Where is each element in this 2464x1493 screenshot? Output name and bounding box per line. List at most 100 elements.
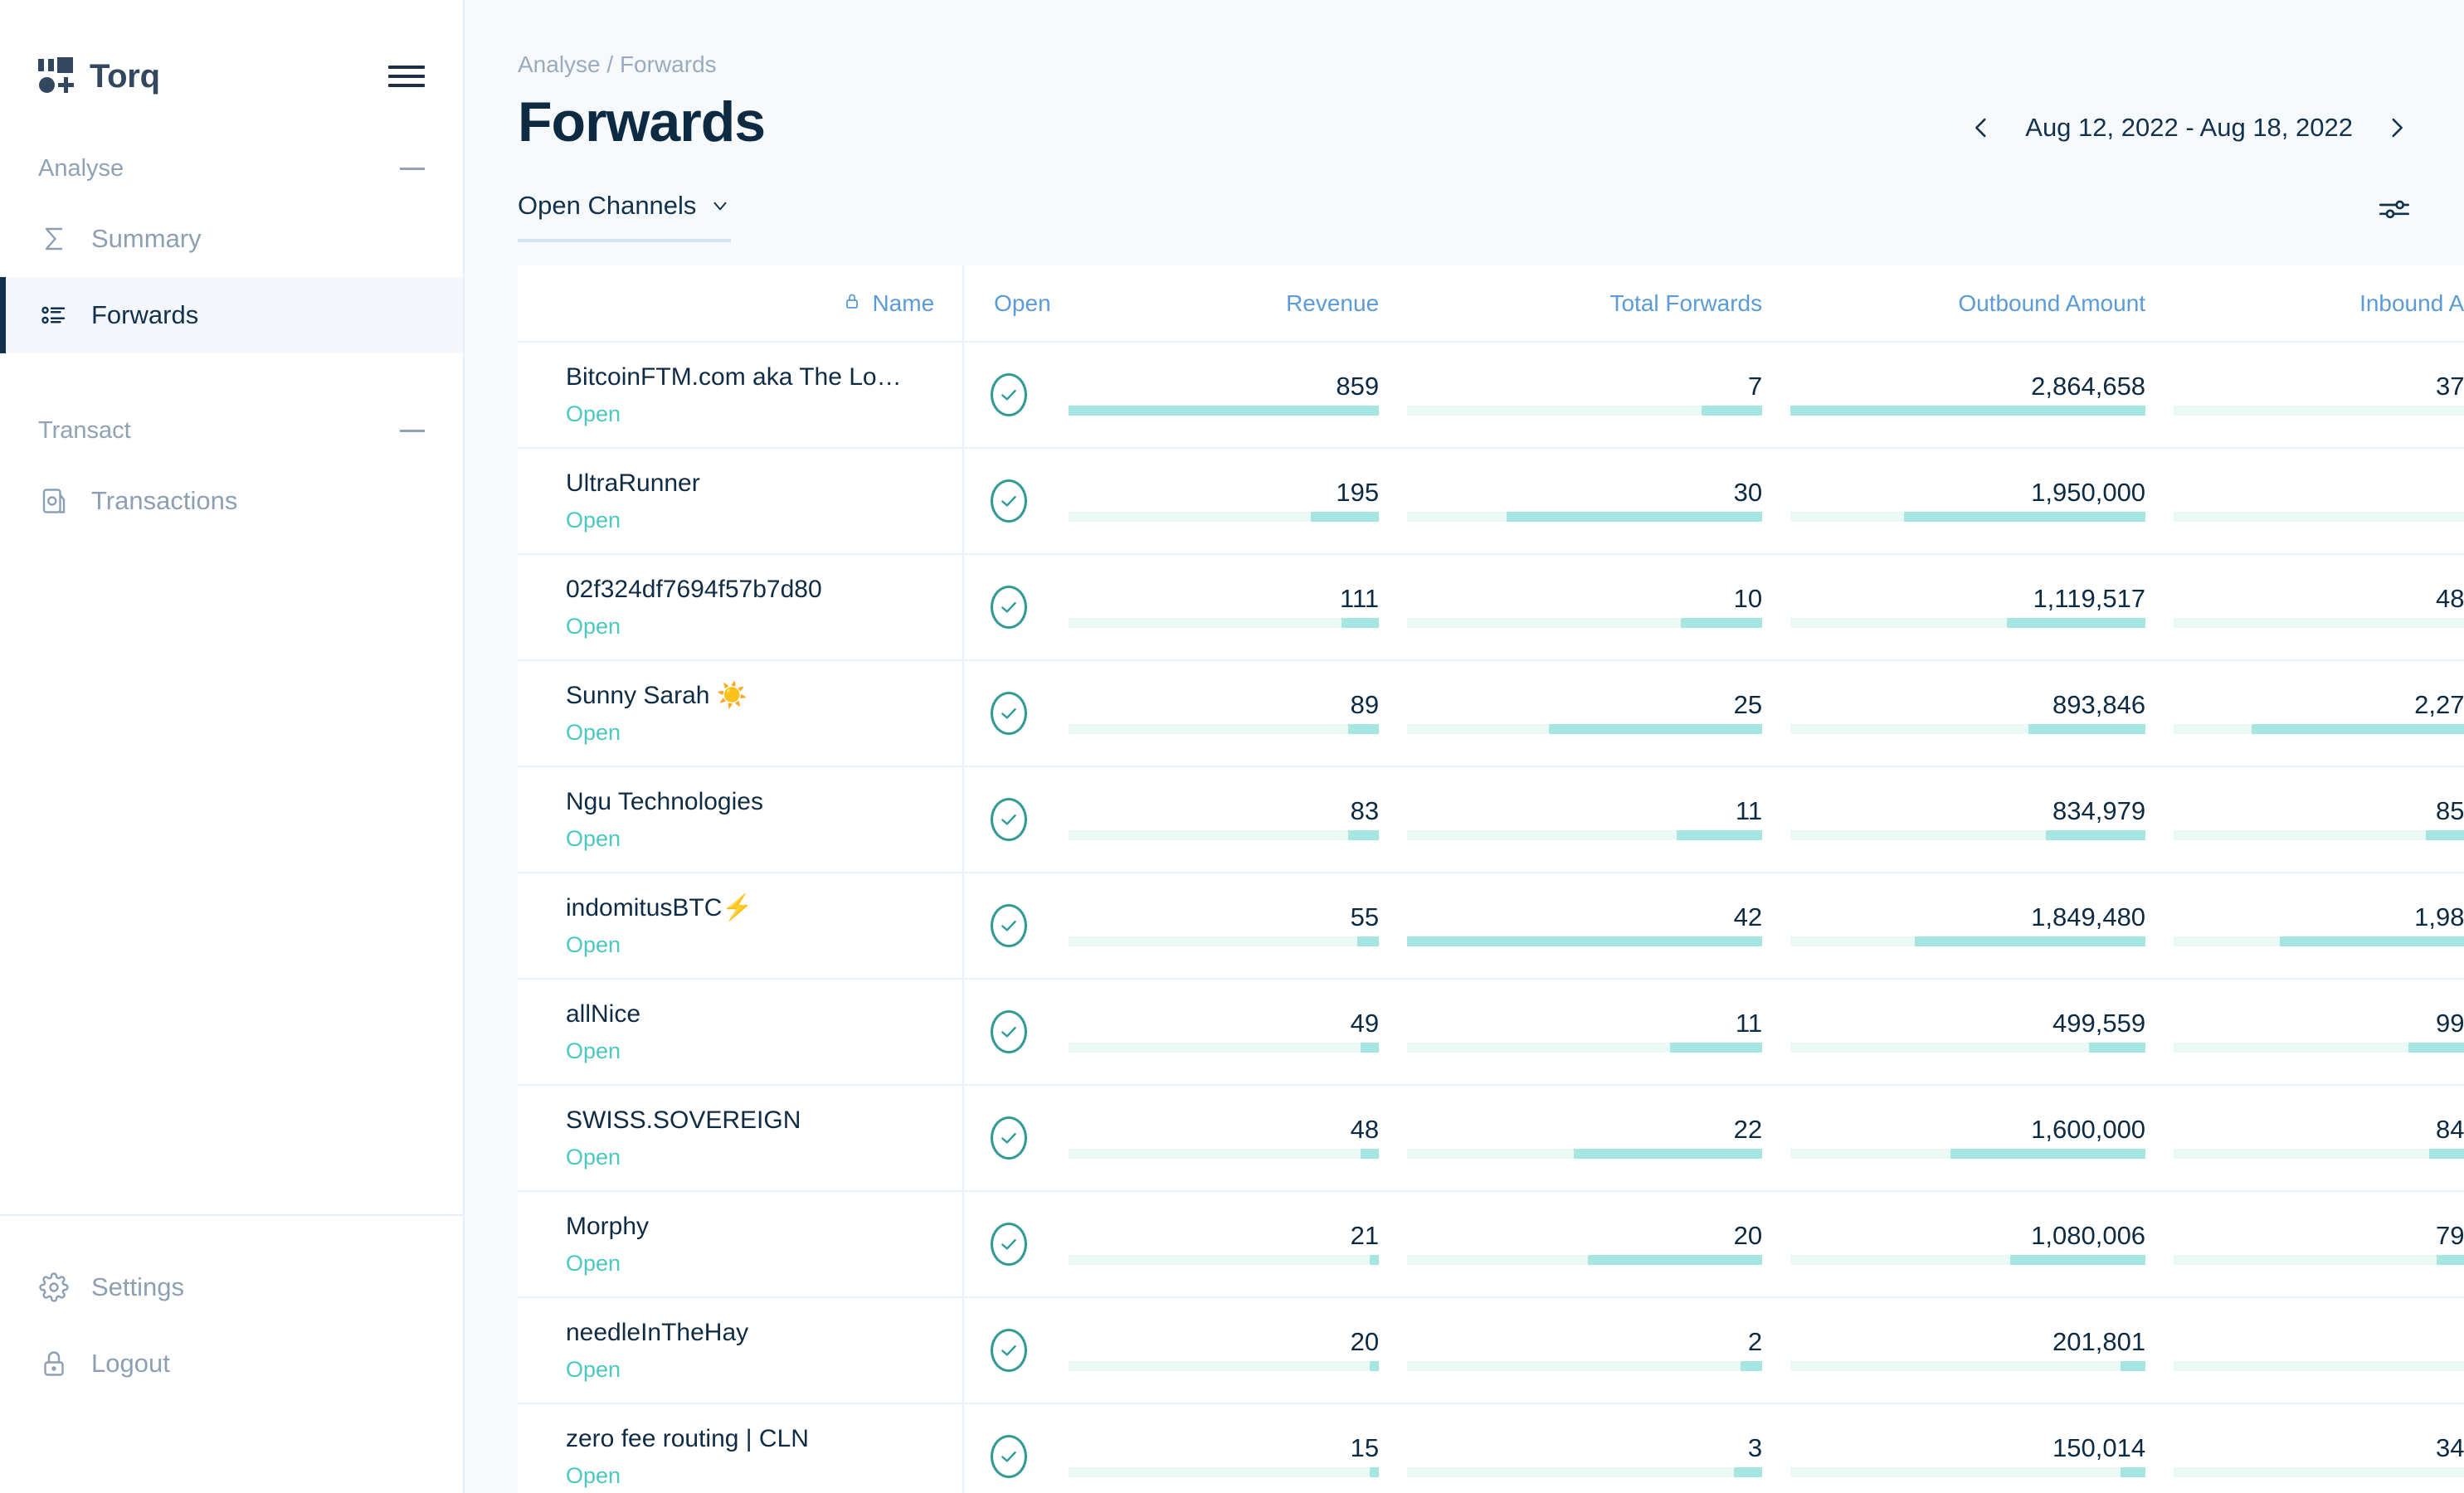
table-row[interactable]: Sunny Sarah ☀️Open8925893,8462,270,402 [518,660,2464,766]
sidebar-item-label: Logout [91,1349,170,1379]
chevron-right-icon[interactable] [2383,114,2411,142]
cell-value: 893,846 [1790,692,2145,717]
cell-total-forwards: 42 [1407,873,1790,979]
cell-name[interactable]: needleInTheHayOpen [518,1297,963,1403]
check-circle-icon [991,1329,1027,1372]
table-row[interactable]: needleInTheHayOpen202201,8010 [518,1297,2464,1403]
sidebar-item-summary[interactable]: Summary [0,201,463,277]
table-row[interactable]: UltraRunnerOpen195301,950,0000 [518,448,2464,554]
cell-value: 195 [1069,479,1379,505]
cell-bar-track [1790,512,2145,522]
cell-name[interactable]: Ngu TechnologiesOpen [518,766,963,873]
column-header-inbound-amount[interactable]: Inbound Amount [2174,265,2464,342]
column-header-open[interactable]: Open [963,265,1069,342]
cell-inbound-amount: 480,759 [2174,554,2464,660]
cell-value: 20 [1407,1223,1762,1248]
cell-bar-track [1407,512,1762,522]
cell-total-forwards: 25 [1407,660,1790,766]
status-badge: Open [566,932,962,958]
cell-revenue: 48 [1069,1085,1407,1191]
sidebar-section-analyse[interactable]: Analyse [0,136,463,201]
cell-name[interactable]: indomitusBTC⚡Open [518,873,963,979]
column-header-total-forwards[interactable]: Total Forwards [1407,265,1790,342]
cell-bar-track [1790,406,2145,416]
cell-value: 83 [1069,798,1379,824]
cell-value: 22 [1407,1116,1762,1142]
cell-value: 859 [1069,373,1379,399]
cell-total-forwards: 22 [1407,1085,1790,1191]
cell-name[interactable]: SWISS.SOVEREIGNOpen [518,1085,963,1191]
channel-name: zero fee routing | CLN [566,1425,914,1453]
lock-icon [38,1348,70,1379]
hamburger-icon[interactable] [388,62,425,90]
sidebar-section-transact[interactable]: Transact [0,398,463,463]
title-row: Forwards Aug 12, 2022 - Aug 18, 2022 [518,78,2411,154]
cell-value: 990,859 [2174,1010,2464,1036]
check-circle-icon [991,373,1027,416]
cell-bar-fill [2426,830,2464,840]
sidebar-item-forwards[interactable]: Forwards [0,277,463,353]
minus-icon[interactable] [400,430,425,432]
cell-bar-track [1407,830,1762,840]
cell-bar-track [1790,1467,2145,1477]
column-header-outbound-amount[interactable]: Outbound Amount [1790,265,2174,342]
table-row[interactable]: MorphyOpen21201,080,006799,655 [518,1191,2464,1297]
check-circle-icon [991,692,1027,735]
cell-bar-track [1407,936,1762,946]
cell-name[interactable]: allNiceOpen [518,979,963,1085]
sidebar-item-label: Settings [91,1272,184,1302]
cell-name[interactable]: BitcoinFTM.com aka The Lo…Open [518,342,963,448]
sidebar-item-settings[interactable]: Settings [0,1249,463,1325]
table-row[interactable]: indomitusBTC⚡Open55421,849,4801,985,146 [518,873,2464,979]
table-row[interactable]: allNiceOpen4911499,559990,859 [518,979,2464,1085]
cell-outbound-amount: 1,600,000 [1790,1085,2174,1191]
cell-name[interactable]: MorphyOpen [518,1191,963,1297]
cell-bar-fill [1348,724,1379,734]
sidebar-item-transactions[interactable]: Transactions [0,463,463,539]
column-header-name[interactable]: Name [518,265,963,342]
cell-bar-fill [1370,1255,1379,1265]
cell-bar-fill [1549,724,1762,734]
table-row[interactable]: 02f324df7694f57b7d80Open111101,119,51748… [518,554,2464,660]
page-header: Analyse / Forwards Forwards Aug 12, 2022… [465,0,2464,154]
cell-bar-track [2174,1149,2464,1159]
table-row[interactable]: Ngu TechnologiesOpen8311834,979851,033 [518,766,2464,873]
cell-bar-fill [1370,1467,1379,1477]
cell-bar-track [1069,724,1379,734]
cell-outbound-amount: 150,014 [1790,1403,2174,1493]
cell-inbound-amount: 2,270,402 [2174,660,2464,766]
table-row[interactable]: SWISS.SOVEREIGNOpen48221,600,000840,151 [518,1085,2464,1191]
cell-bar-track [1069,830,1379,840]
table-row[interactable]: BitcoinFTM.com aka The Lo…Open85972,864,… [518,342,2464,448]
forwards-table: Name Open Revenue Total Forwards Outboun… [518,265,2464,1493]
cell-open-status [963,1191,1069,1297]
check-circle-icon [991,586,1027,629]
cell-name[interactable]: zero fee routing | CLNOpen [518,1403,963,1493]
cell-bar-fill [1361,1043,1379,1053]
sliders-icon[interactable] [2378,192,2411,241]
table-row[interactable]: zero fee routing | CLNOpen153150,014348,… [518,1403,2464,1493]
cell-inbound-amount: 851,033 [2174,766,2464,873]
check-circle-icon [991,904,1027,947]
minus-icon[interactable] [400,168,425,170]
tab-open-channels[interactable]: Open Channels [518,191,731,242]
cell-bar-fill [2007,618,2145,628]
chevron-down-icon[interactable] [709,195,731,216]
cell-open-status [963,1085,1069,1191]
cell-name[interactable]: UltraRunnerOpen [518,448,963,554]
app-root: Torq Analyse Summary [0,0,2464,1493]
channel-name: UltraRunner [566,469,914,498]
cell-bar-track [1069,1361,1379,1371]
cell-name[interactable]: 02f324df7694f57b7d80Open [518,554,963,660]
column-header-revenue[interactable]: Revenue [1069,265,1407,342]
sidebar-item-logout[interactable]: Logout [0,1325,463,1402]
date-range-label[interactable]: Aug 12, 2022 - Aug 18, 2022 [2025,113,2353,143]
cell-revenue: 49 [1069,979,1407,1085]
chevron-left-icon[interactable] [1967,114,1995,142]
cell-bar-track [1069,512,1379,522]
forwards-table-container[interactable]: Name Open Revenue Total Forwards Outboun… [518,265,2464,1493]
cell-name[interactable]: Sunny Sarah ☀️Open [518,660,963,766]
cell-value: 42 [1407,904,1762,930]
breadcrumb[interactable]: Analyse / Forwards [518,51,2411,78]
cell-bar-track [1069,1043,1379,1053]
